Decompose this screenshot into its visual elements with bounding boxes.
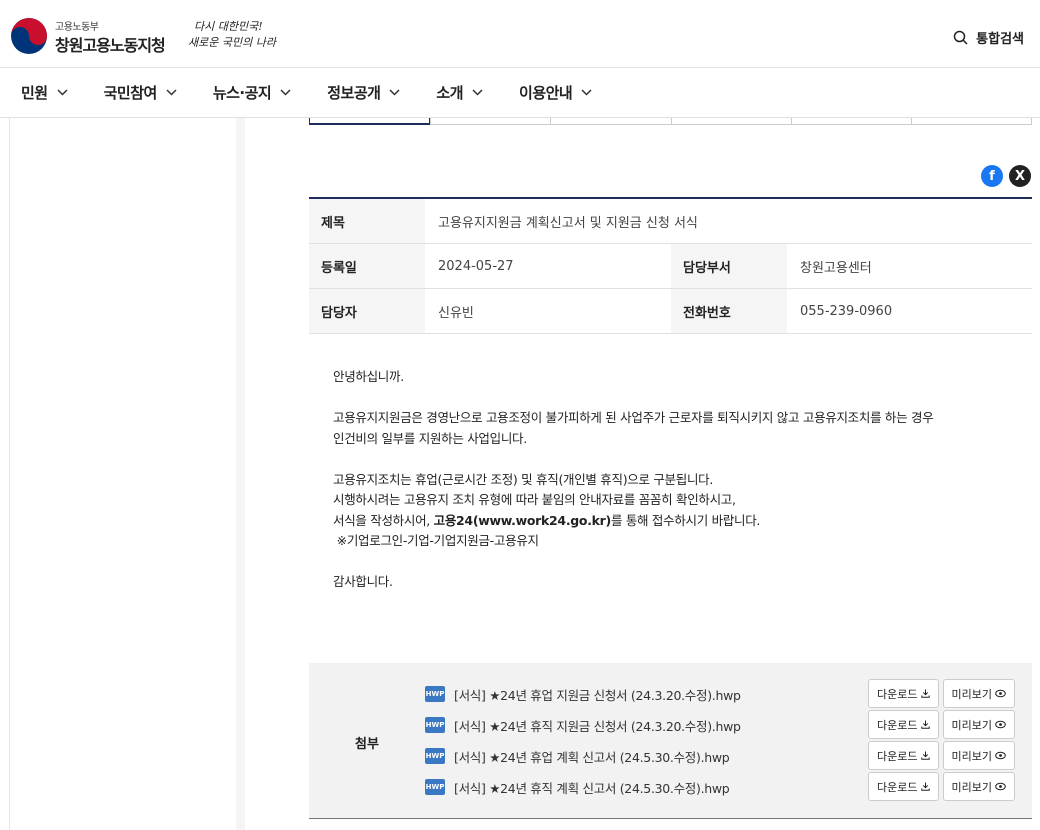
tab[interactable] (910, 118, 1033, 125)
date-label: 등록일 (309, 244, 425, 288)
eye-icon (995, 720, 1006, 729)
phone-label: 전화번호 (671, 289, 787, 333)
integrated-search-button[interactable]: 통합검색 (953, 28, 1024, 47)
eye-icon (995, 689, 1006, 698)
share-buttons: f X (981, 165, 1031, 187)
top-utility-links (720, 0, 1020, 6)
person-label: 담당자 (309, 289, 425, 333)
preview-button[interactable]: 미리보기 (942, 710, 1015, 739)
preview-button[interactable]: 미리보기 (942, 741, 1015, 770)
x-share-icon[interactable]: X (1009, 165, 1031, 187)
chevron-down-icon (57, 89, 68, 96)
download-button[interactable]: 다운로드 (868, 772, 939, 801)
chevron-down-icon (581, 89, 592, 96)
search-icon (953, 30, 968, 45)
attachment-item: HWP [서식] ★24년 휴직 계획 신고서 (24.5.30.수정).hwp… (425, 771, 1015, 803)
download-button[interactable]: 다운로드 (868, 741, 939, 770)
title-label: 제목 (309, 199, 425, 243)
dept-label: 담당부서 (671, 244, 787, 288)
content-line: 서식을 작성하시어, 고용24(www.work24.go.kr)를 통해 접수… (333, 512, 761, 528)
attachments-section: 첨부 HWP [서식] ★24년 휴업 지원금 신청서 (24.3.20.수정)… (309, 663, 1032, 819)
attachment-name[interactable]: [서식] ★24년 휴업 계획 신고서 (24.5.30.수정).hwp (454, 747, 730, 766)
content-line: 시행하시려는 고용유지 조치 유형에 따라 붙임의 안내자료를 꼼꼼히 확인하시… (333, 492, 736, 507)
post-dept: 창원고용센터 (800, 260, 872, 276)
attachment-item: HWP [서식] ★24년 휴업 지원금 신청서 (24.3.20.수정).hw… (425, 678, 1015, 710)
post-date: 2024-05-27 (438, 258, 514, 274)
hwp-file-icon: HWP (425, 686, 445, 702)
post-content: 안녕하십니까. 고용유지지원금은 경영난으로 고용조정이 불가피하게 된 사업주… (333, 367, 1023, 593)
hwp-file-icon: HWP (425, 717, 445, 733)
chevron-down-icon (166, 89, 177, 96)
site-header: 고용노동부 창원고용노동지청 다시 대한민국! 새로운 국민의 나라 통합검색 (0, 0, 1040, 68)
download-icon (920, 751, 930, 760)
content-line: ※기업로그인-기업-기업지원금-고용유지 (333, 533, 539, 548)
hwp-file-icon: HWP (425, 779, 445, 795)
attachments-label: 첨부 (355, 737, 379, 752)
main-navigation: 민원 국민참여 뉴스·공지 정보공개 소개 이용안내 (0, 68, 1040, 118)
nav-item-news[interactable]: 뉴스·공지 (213, 82, 291, 103)
tab-active[interactable] (309, 118, 431, 125)
facebook-share-icon[interactable]: f (981, 165, 1003, 187)
eye-icon (995, 782, 1006, 791)
nav-item-civil[interactable]: 민원 (21, 82, 68, 103)
download-icon (920, 689, 930, 698)
nav-item-disclosure[interactable]: 정보공개 (327, 82, 400, 103)
svg-text:새로운 국민의 나라: 새로운 국민의 나라 (188, 36, 278, 49)
tab[interactable] (430, 118, 551, 125)
hwp-file-icon: HWP (425, 748, 445, 764)
attachment-name[interactable]: [서식] ★24년 휴업 지원금 신청서 (24.3.20.수정).hwp (454, 685, 741, 704)
content-line: 고용유지조치는 휴업(근로시간 조정) 및 휴직(개인별 휴직)으로 구분됩니다… (333, 471, 714, 487)
post-person: 신유빈 (438, 305, 474, 321)
chevron-down-icon (472, 89, 483, 96)
nav-item-about[interactable]: 소개 (436, 82, 483, 103)
search-label: 통합검색 (976, 32, 1024, 47)
tab[interactable] (670, 118, 791, 125)
download-button[interactable]: 다운로드 (868, 710, 939, 739)
nav-item-participation[interactable]: 국민참여 (104, 82, 177, 103)
table-row: 제목 고용유지지원금 계획신고서 및 지원금 신청 서식 (309, 199, 1032, 244)
closing: 감사합니다. (333, 574, 393, 589)
ministry-name: 고용노동부 (55, 22, 99, 33)
sidebar-divider (236, 118, 245, 830)
attachment-item: HWP [서식] ★24년 휴업 계획 신고서 (24.5.30.수정).hwp… (425, 740, 1015, 772)
preview-button[interactable]: 미리보기 (942, 679, 1015, 708)
left-sidebar-border (9, 118, 10, 830)
greeting: 안녕하십니까. (333, 369, 404, 384)
tab[interactable] (790, 118, 911, 125)
government-emblem-icon (11, 18, 47, 54)
chevron-down-icon (389, 89, 400, 96)
content-line: 고용유지지원금은 경영난으로 고용조정이 불가피하게 된 사업주가 근로자를 퇴… (333, 410, 934, 425)
eye-icon (995, 751, 1006, 760)
download-button[interactable]: 다운로드 (868, 679, 939, 708)
post-phone: 055-239-0960 (800, 303, 893, 319)
attachment-item: HWP [서식] ★24년 휴직 지원금 신청서 (24.3.20.수정).hw… (425, 709, 1015, 741)
attachment-name[interactable]: [서식] ★24년 휴직 지원금 신청서 (24.3.20.수정).hwp (454, 716, 741, 735)
tab[interactable] (550, 118, 671, 125)
post-title: 고용유지지원금 계획신고서 및 지원금 신청 서식 (438, 215, 698, 231)
sub-tabs (309, 118, 1033, 125)
table-row: 담당자 신유빈 전화번호 055-239-0960 (309, 289, 1032, 334)
svg-text:다시 대한민국!: 다시 대한민국! (194, 20, 263, 33)
attachment-name[interactable]: [서식] ★24년 휴직 계획 신고서 (24.5.30.수정).hwp (454, 778, 730, 797)
download-icon (920, 782, 930, 791)
nav-item-guide[interactable]: 이용안내 (519, 82, 592, 103)
post-info-table: 제목 고용유지지원금 계획신고서 및 지원금 신청 서식 등록일 2024-05… (309, 197, 1032, 334)
slogan-logo: 다시 대한민국! 새로운 국민의 나라 (188, 20, 278, 49)
preview-button[interactable]: 미리보기 (942, 772, 1015, 801)
office-name[interactable]: 창원고용노동지청 (55, 32, 166, 56)
download-icon (920, 720, 930, 729)
chevron-down-icon (280, 89, 291, 96)
table-row: 등록일 2024-05-27 담당부서 창원고용센터 (309, 244, 1032, 289)
content-line: 인건비의 일부를 지원하는 사업입니다. (333, 430, 527, 446)
work24-link[interactable]: 고용24(www.work24.go.kr) (434, 513, 612, 528)
